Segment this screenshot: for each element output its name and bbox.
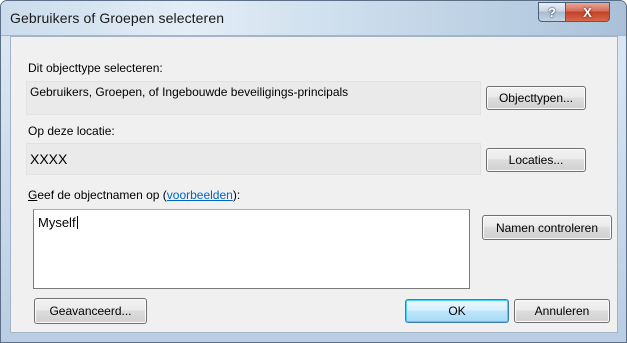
ok-button-label: OK <box>448 304 466 318</box>
object-types-button[interactable]: Objecttypen... <box>486 86 586 110</box>
location-label: Op deze locatie: <box>28 124 115 138</box>
object-type-field: Gebruikers, Groepen, of Ingebouwde bevei… <box>26 81 481 115</box>
help-icon: ? <box>548 4 556 20</box>
ok-button[interactable]: OK <box>405 299 509 323</box>
help-button[interactable]: ? <box>538 2 566 22</box>
object-type-value: Gebruikers, Groepen, of Ingebouwde bevei… <box>30 85 349 99</box>
cancel-button[interactable]: Annuleren <box>514 299 610 323</box>
dialog-window: Gebruikers of Groepen selecteren ? X Dit… <box>0 0 627 343</box>
location-value: XXXX <box>30 151 68 167</box>
object-names-value: Myself <box>38 215 76 230</box>
object-names-label-end: ): <box>232 188 241 202</box>
object-names-label: Geef de objectnamen op (voorbeelden): <box>28 188 240 202</box>
object-type-label: Dit objecttype selecteren: <box>28 61 163 75</box>
check-names-button[interactable]: Namen controleren <box>482 215 612 240</box>
advanced-button[interactable]: Geavanceerd... <box>34 298 147 324</box>
advanced-button-label: Geavanceerd... <box>49 304 132 318</box>
object-types-button-label: Objecttypen... <box>498 91 574 105</box>
object-names-accelerator: G <box>28 188 38 202</box>
examples-link[interactable]: voorbeelden <box>167 188 233 202</box>
check-names-button-label: Namen controleren <box>495 220 599 235</box>
window-title: Gebruikers of Groepen selecteren <box>10 10 225 26</box>
object-names-input[interactable]: Myself <box>33 209 470 289</box>
text-caret <box>76 216 78 229</box>
dialog-body: Dit objecttype selecteren: Gebruikers, G… <box>10 36 618 333</box>
title-bar[interactable]: Gebruikers of Groepen selecteren ? X <box>1 1 626 36</box>
locations-button-label: Locaties... <box>508 153 564 167</box>
close-button[interactable]: X <box>565 2 610 22</box>
locations-button[interactable]: Locaties... <box>486 148 586 172</box>
object-names-label-text: eef de objectnamen op ( <box>37 188 167 202</box>
location-field: XXXX <box>26 143 481 175</box>
close-icon: X <box>583 4 592 20</box>
cancel-button-label: Annuleren <box>534 304 590 318</box>
